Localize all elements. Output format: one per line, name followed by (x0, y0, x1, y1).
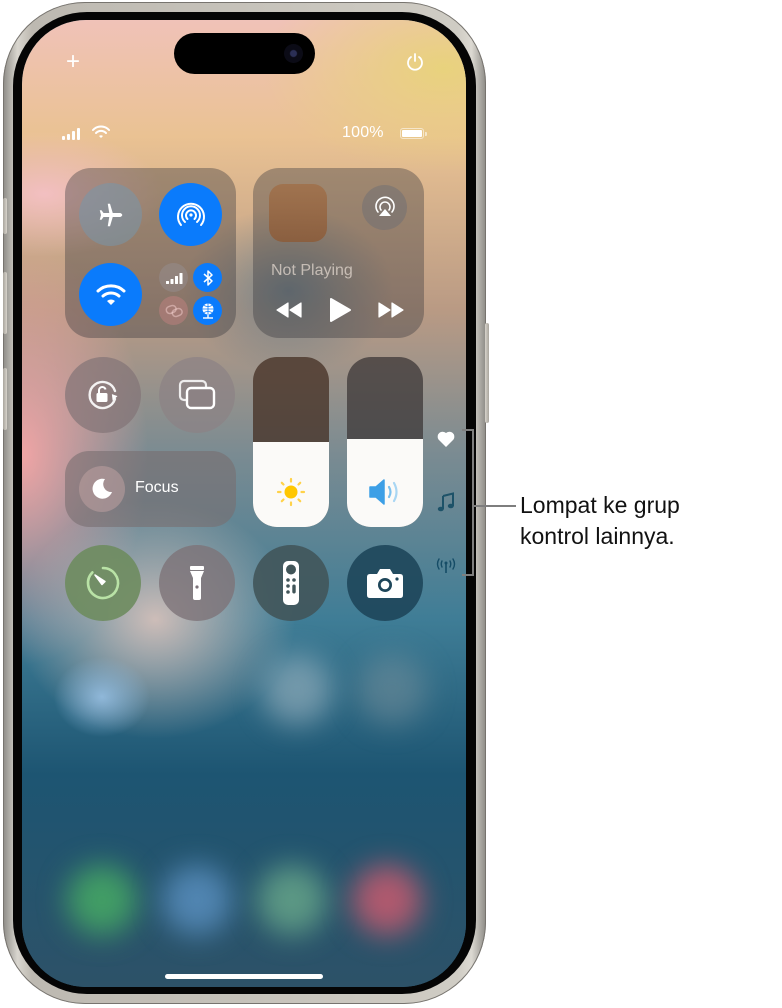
callout-bracket-bottom (462, 574, 474, 576)
side-button (485, 323, 489, 423)
sun-icon (276, 477, 306, 507)
personal-hotspot-toggle[interactable] (159, 296, 188, 325)
volume-down-button (3, 368, 7, 430)
wifi-icon (96, 283, 125, 305)
cellular-icon (165, 272, 182, 284)
now-playing-status: Not Playing (271, 262, 353, 279)
album-artwork (269, 184, 327, 242)
rotation-lock-icon (88, 380, 118, 410)
callout-line-1: Lompat ke grup (520, 492, 680, 518)
focus-label: Focus (135, 479, 179, 496)
network-globe-icon (202, 303, 213, 319)
front-camera (284, 44, 303, 63)
blurred-app (357, 655, 427, 725)
blurred-dock-app (257, 865, 327, 935)
blurred-dock-app (162, 865, 232, 935)
volume-slider[interactable] (347, 357, 423, 527)
antenna-icon (436, 558, 456, 573)
battery-icon (400, 128, 427, 139)
airplay-button[interactable] (362, 185, 407, 230)
timer-button[interactable] (65, 545, 141, 621)
flashlight-icon (190, 566, 204, 600)
blurred-app (262, 655, 332, 725)
callout-bracket (472, 429, 474, 576)
callout-leader-line (474, 505, 516, 507)
screen-mirroring-icon (178, 379, 216, 410)
callout-text: Lompat ke grup kontrol lainnya. (520, 490, 680, 552)
brightness-slider[interactable] (253, 357, 329, 527)
camera-button[interactable] (347, 545, 423, 621)
screen-mirroring-button[interactable] (159, 357, 235, 433)
fast-forward-icon[interactable] (377, 302, 405, 318)
cellular-data-toggle[interactable] (159, 263, 188, 292)
wifi-toggle[interactable] (79, 263, 142, 326)
flashlight-button[interactable] (159, 545, 235, 621)
orientation-lock-button[interactable] (65, 357, 141, 433)
group-nav-music[interactable] (431, 492, 461, 512)
vpn-toggle[interactable] (193, 296, 222, 325)
callout-line-2: kontrol lainnya. (520, 523, 675, 549)
camera-icon (367, 569, 403, 598)
action-button (3, 198, 7, 234)
airplane-icon (99, 203, 122, 226)
home-indicator[interactable] (165, 974, 323, 979)
speaker-icon (369, 479, 398, 505)
airplay-icon (374, 196, 395, 216)
play-icon[interactable] (328, 297, 352, 323)
music-note-icon (437, 492, 454, 512)
apple-tv-remote-button[interactable] (253, 545, 329, 621)
cellular-signal-icon (62, 128, 80, 140)
focus-button[interactable]: Focus (65, 451, 236, 527)
heart-icon (437, 431, 455, 447)
power-icon[interactable] (405, 52, 425, 72)
battery-percentage: 100% (342, 124, 384, 141)
bluetooth-icon (203, 269, 213, 286)
connectivity-module[interactable] (65, 168, 236, 338)
wifi-status-icon (92, 125, 110, 138)
volume-up-button (3, 272, 7, 334)
blurred-dock-app (352, 865, 422, 935)
bluetooth-toggle[interactable] (193, 263, 222, 292)
focus-icon-circle (79, 466, 125, 512)
dynamic-island (174, 33, 315, 74)
group-nav-connectivity[interactable] (431, 556, 461, 574)
blurred-dock-app (67, 865, 137, 935)
group-nav-favorites[interactable] (431, 430, 461, 448)
control-center-screen: + 100% Not Playing Focus (22, 20, 466, 987)
plus-icon[interactable]: + (66, 50, 80, 74)
airplane-mode-toggle[interactable] (79, 183, 142, 246)
timer-icon (86, 566, 120, 600)
rewind-icon[interactable] (275, 302, 303, 318)
playback-controls (275, 295, 405, 325)
apple-tv-remote-icon (283, 561, 299, 605)
hotspot-link-icon (165, 304, 183, 317)
airdrop-icon (176, 202, 205, 226)
moon-icon (92, 478, 112, 499)
airdrop-toggle[interactable] (159, 183, 222, 246)
now-playing-module[interactable]: Not Playing (253, 168, 424, 338)
